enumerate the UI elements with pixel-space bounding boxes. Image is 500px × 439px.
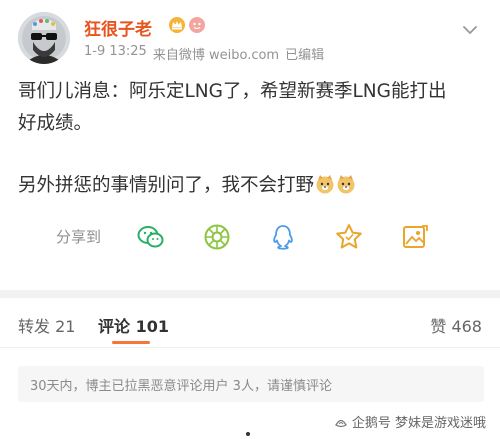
post-source: 来自微博 weibo.com [152,48,280,63]
qq-icon[interactable] [268,222,298,252]
page-indicator-dot [246,432,250,436]
section-divider [0,290,500,298]
post-time: 1-9 13:25 [84,44,147,59]
content-line: 好成绩。 [18,113,93,134]
image-icon[interactable] [400,222,430,252]
content-line: 另外拼惩的事情别问了，我不会打野 [18,175,315,196]
avatar[interactable] [18,12,70,64]
post-content: 哥们儿消息：阿乐定LNG了，希望新赛季LNG能打出 好成绩。 另外拼惩的事情别问… [18,76,488,202]
interaction-tabs: 转发 21 评论 101 赞 468 [0,298,500,348]
edited-label[interactable]: 已编辑 [285,44,324,63]
username[interactable]: 狂很子老 [84,15,152,40]
penguin-logo-icon [334,419,347,427]
share-label: 分享到 [56,228,102,246]
comment-notice: 30天内，博主已拉黑恶意评论用户 3人，请谨慎评论 [18,366,484,402]
watermark-text: 企鹅号 梦妹是游戏迷哦 [351,416,486,431]
content-line: 哥们儿消息：阿乐定LNG了，希望新赛季LNG能打出 [18,81,447,102]
moments-icon[interactable] [202,222,232,252]
tab-likes[interactable]: 赞 468 [430,313,482,337]
watermark: 企鹅号 梦妹是游戏迷哦 [334,412,486,431]
weibo-post: 狂很子老 1-9 13:25 来自微博 weibo.com 已编辑 哥们儿消息：… [0,0,500,290]
active-tab-indicator [112,341,150,344]
chevron-down-icon[interactable] [462,22,478,38]
vip-crown-icon[interactable] [168,16,186,34]
doge-emoji-icon [337,175,355,194]
content-line-with-emoji: 另外拼惩的事情别问了，我不会打野 [18,170,488,202]
doge-emoji-icon [316,175,334,194]
user-badges [168,16,206,34]
share-bar: 分享到 [56,222,486,252]
fan-badge-icon[interactable] [188,16,206,34]
avatar-image [18,12,70,64]
tab-repost[interactable]: 转发 21 [18,313,75,337]
tab-comments[interactable]: 评论 101 [98,313,169,337]
wechat-icon[interactable] [136,222,166,252]
favorite-star-icon[interactable] [334,222,364,252]
post-meta: 1-9 13:25 来自微博 weibo.com 已编辑 [84,44,324,63]
